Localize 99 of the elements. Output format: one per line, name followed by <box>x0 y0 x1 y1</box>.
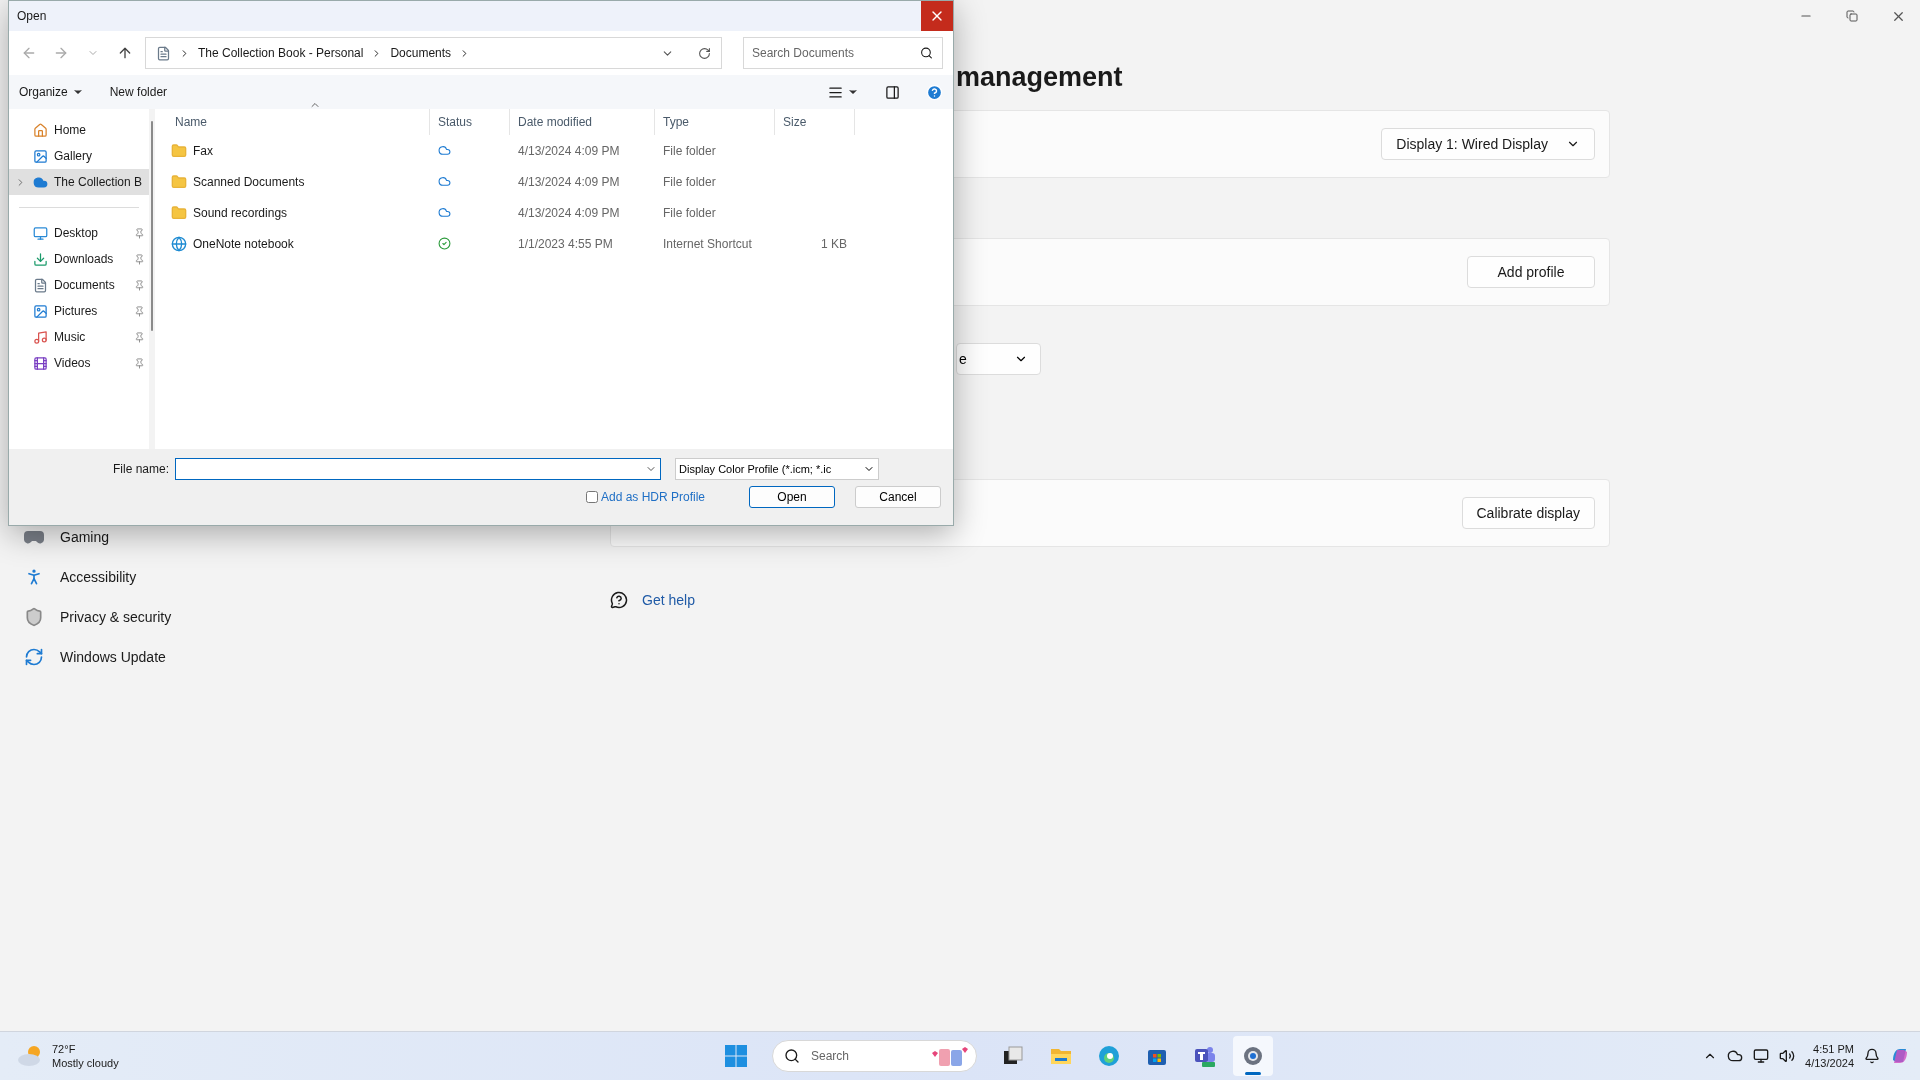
date-cell-text: 4/13/2024 4:09 PM <box>517 205 621 220</box>
download-icon <box>33 251 48 267</box>
update-icon <box>24 647 44 667</box>
video-icon <box>33 355 48 371</box>
search-icon <box>784 1048 800 1064</box>
dialog-title: Open <box>17 9 47 23</box>
toolbar-button[interactable]: Organize <box>19 85 84 99</box>
folder-icon <box>171 173 187 190</box>
breadcrumb[interactable]: Documents <box>390 46 452 60</box>
volume-icon[interactable] <box>1779 1048 1796 1064</box>
type-cell-text: Internet Shortcut <box>662 236 753 251</box>
sidebar-item[interactable]: Privacy & security <box>24 604 600 630</box>
display-dropdown[interactable]: Display 1: Wired Display <box>1381 128 1595 160</box>
hdr-checkbox[interactable] <box>586 491 598 503</box>
folder-icon <box>171 142 187 159</box>
address-bar[interactable]: The Collection Book - Personal Documents <box>145 37 722 69</box>
nav-item[interactable]: Music <box>9 324 149 350</box>
restore-button[interactable] <box>1844 8 1860 24</box>
file-row[interactable]: Sound recordings 4/13/2024 4:09 PM File folder <box>167 197 953 228</box>
weather-condition: Mostly cloudy <box>52 1056 119 1070</box>
windows-logo-icon <box>724 1044 748 1068</box>
hdr-checkbox-label[interactable]: Add as HDR Profile <box>601 490 706 504</box>
notification-icon[interactable] <box>1864 1048 1880 1064</box>
nav-item[interactable]: Desktop <box>9 220 149 246</box>
refresh-icon[interactable] <box>698 46 711 60</box>
view-menu-button[interactable] <box>828 84 859 100</box>
sidebar-item[interactable]: Accessibility <box>24 564 600 590</box>
search-field[interactable]: Search Documents <box>743 37 943 69</box>
get-help-link[interactable]: Get help <box>642 592 695 608</box>
cancel-button[interactable]: Cancel <box>855 486 942 508</box>
taskbar-search-field[interactable]: Search <box>772 1040 977 1072</box>
network-icon[interactable] <box>1753 1048 1770 1064</box>
up-arrow-icon <box>117 45 133 61</box>
type-cell-text: File folder <box>662 205 717 220</box>
file-name: Fax <box>193 143 213 158</box>
column-header[interactable]: Type <box>655 109 775 135</box>
restore-icon <box>1846 10 1858 22</box>
nav-item[interactable]: Gallery <box>9 143 149 169</box>
toolbar-button[interactable]: New folder <box>109 85 168 99</box>
file-row[interactable]: Scanned Documents 4/13/2024 4:09 PM File folder <box>167 166 953 197</box>
copilot-icon[interactable] <box>1890 1046 1910 1066</box>
help-icon <box>610 591 628 609</box>
nav-item[interactable]: Pictures <box>9 298 149 324</box>
help-icon[interactable] <box>926 83 943 101</box>
file-name: Sound recordings <box>193 205 288 220</box>
nav-item[interactable]: Downloads <box>9 246 149 272</box>
file-row[interactable]: Fax 4/13/2024 4:09 PM File folder <box>167 135 953 166</box>
forward-arrow-icon <box>53 45 69 61</box>
nav-item[interactable]: The Collection B <box>9 169 149 195</box>
suitcase-drawing <box>929 1044 969 1068</box>
browser-icon <box>1097 1044 1121 1068</box>
preview-pane-icon[interactable] <box>885 84 900 100</box>
shortcut-icon <box>171 235 187 252</box>
gear-icon <box>1241 1044 1265 1068</box>
document-icon <box>33 277 48 293</box>
dropdown[interactable]: e <box>956 343 1041 375</box>
home-icon <box>33 122 48 138</box>
folder-icon <box>171 204 187 221</box>
date-cell-text: 4/13/2024 4:09 PM <box>517 174 621 189</box>
cloud-icon[interactable] <box>1727 1048 1744 1064</box>
file-name: Scanned Documents <box>193 174 305 189</box>
column-header[interactable]: Size <box>775 109 855 135</box>
type-cell-text: File folder <box>662 143 717 158</box>
nav-item[interactable]: Home <box>9 117 149 143</box>
column-header[interactable]: Name <box>167 109 430 135</box>
gallery-icon <box>33 148 48 164</box>
date-cell-text: 1/1/2023 4:55 PM <box>517 236 614 251</box>
calibrate-display-button[interactable]: Calibrate display <box>1461 497 1595 529</box>
pictures-icon <box>33 303 48 319</box>
column-header[interactable]: Status <box>430 109 510 135</box>
cloud-icon <box>33 174 48 190</box>
list-view-icon <box>828 84 843 100</box>
shield-icon <box>24 607 44 627</box>
date-cell-text: 4/13/2024 4:09 PM <box>517 143 621 158</box>
sidebar-item[interactable]: Gaming <box>24 524 600 550</box>
clock-time[interactable]: 4:51 PM <box>1813 1042 1854 1056</box>
file-row[interactable]: OneNote notebook 1/1/2023 4:55 PM Internet Shortcut 1 KB <box>167 228 953 259</box>
temperature-text: 72°F <box>52 1042 77 1056</box>
type-cell-text: File folder <box>662 174 717 189</box>
teams-icon <box>1193 1044 1217 1068</box>
column-header[interactable]: Date modified <box>510 109 655 135</box>
nav-item[interactable]: Documents <box>9 272 149 298</box>
sidebar-item[interactable]: Windows Update <box>24 644 600 670</box>
desktop-icon <box>33 225 48 241</box>
open-button[interactable]: Open <box>749 486 836 508</box>
music-icon <box>33 329 48 345</box>
file-name-field[interactable] <box>175 458 662 480</box>
add-profile-button[interactable]: Add profile <box>1467 256 1595 288</box>
file-type-dropdown[interactable]: Display Color Profile (*.icm; *.ic <box>675 458 880 480</box>
page-heading: management <box>956 62 1124 94</box>
clock-date[interactable]: 4/13/2024 <box>1805 1056 1854 1070</box>
size-cell-text: 1 KB <box>820 236 848 251</box>
file-name-label: File name: <box>113 462 170 476</box>
search-icon <box>920 46 933 60</box>
file-name: OneNote notebook <box>193 236 294 251</box>
breadcrumb[interactable]: The Collection Book - Personal <box>198 46 364 60</box>
document-icon <box>156 45 171 61</box>
nav-item[interactable]: Videos <box>9 350 149 376</box>
gamepad-icon <box>24 530 44 544</box>
